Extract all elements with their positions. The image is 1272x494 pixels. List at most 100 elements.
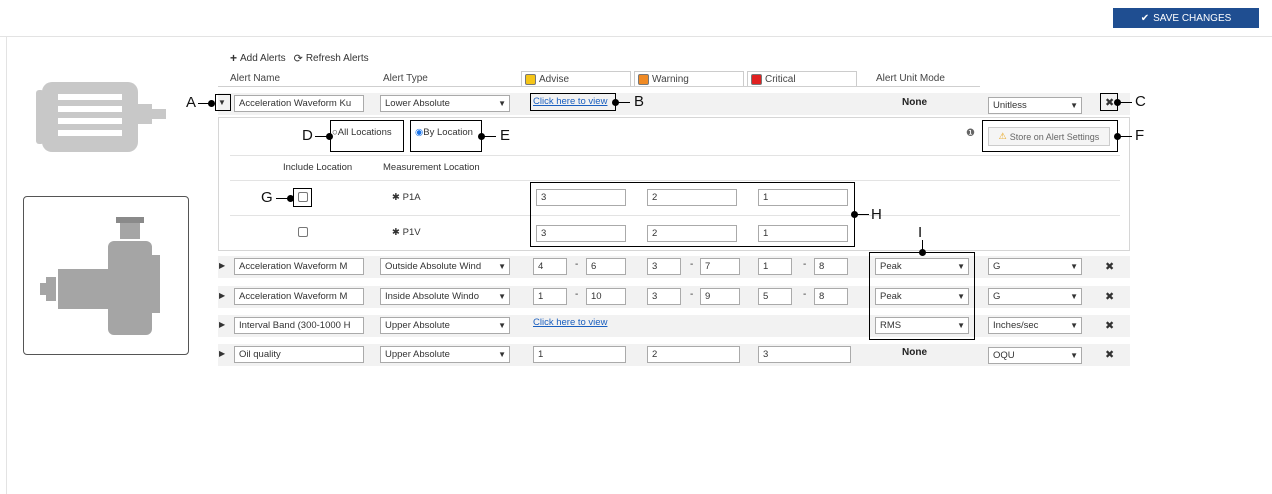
close-icon[interactable]: ✖ xyxy=(1105,260,1114,273)
chevron-down-icon: ▼ xyxy=(498,262,506,271)
advise-max-input[interactable]: 6 xyxy=(586,258,626,275)
advise-min-input[interactable]: 1 xyxy=(533,288,567,305)
callout-c: C xyxy=(1135,93,1146,110)
unit-value: G xyxy=(993,261,1001,272)
warning-min-input[interactable]: 3 xyxy=(647,258,681,275)
chevron-down-icon: ▼ xyxy=(1070,262,1078,271)
unit-value: OQU xyxy=(993,350,1015,361)
callout-i: I xyxy=(918,224,923,241)
refresh-icon: ⟳ xyxy=(293,52,303,65)
save-changes-label: SAVE CHANGES xyxy=(1153,12,1232,24)
unit-value: Unitless xyxy=(993,100,1027,111)
header-rule xyxy=(218,86,980,87)
alert-type-select[interactable]: Inside Absolute Windo ▼ xyxy=(380,288,510,305)
warning-swatch xyxy=(638,73,649,85)
callout-box xyxy=(869,252,975,340)
warning-max-input[interactable]: 7 xyxy=(700,258,740,275)
range-dash: - xyxy=(803,289,807,300)
divider xyxy=(230,155,1120,156)
critical-max-input[interactable]: 8 xyxy=(814,258,848,275)
close-icon[interactable]: ✖ xyxy=(1105,348,1114,361)
caret-right-icon[interactable]: ▶ xyxy=(219,320,225,329)
range-dash: - xyxy=(575,259,579,270)
range-dash: - xyxy=(690,259,694,270)
alert-type-value: Inside Absolute Windo xyxy=(385,291,480,302)
chevron-down-icon: ▼ xyxy=(1070,292,1078,301)
asset-thumbnail[interactable] xyxy=(23,196,189,355)
unit-mode-value: None xyxy=(902,347,927,358)
callout-g: G xyxy=(261,189,273,206)
view-link[interactable]: Click here to view xyxy=(533,317,607,328)
check-icon: ✔ xyxy=(1140,12,1150,24)
callout-box xyxy=(530,182,855,247)
col-unit-mode: Alert Unit Mode xyxy=(876,73,945,84)
caret-right-icon[interactable]: ▶ xyxy=(219,261,225,270)
chevron-down-icon: ▼ xyxy=(498,321,506,330)
alert-name-input[interactable]: Interval Band (300-1000 H xyxy=(234,317,364,334)
close-icon[interactable]: ✖ xyxy=(1105,290,1114,303)
caret-right-icon[interactable]: ▶ xyxy=(219,349,225,358)
alert-name-input[interactable]: Acceleration Waveform M xyxy=(234,288,364,305)
critical-swatch xyxy=(751,73,762,85)
alert-type-select[interactable]: Upper Absolute ▼ xyxy=(380,346,510,363)
unit-select[interactable]: Inches/sec ▼ xyxy=(988,317,1082,334)
advise-label: Advise xyxy=(539,73,570,85)
alert-type-select[interactable]: Outside Absolute Wind ▼ xyxy=(380,258,510,275)
critical-min-input[interactable]: 1 xyxy=(758,258,792,275)
alert-type-value: Upper Absolute xyxy=(385,349,450,360)
refresh-alerts-button[interactable]: ⟳ Refresh Alerts xyxy=(294,51,369,65)
critical-label: Critical xyxy=(765,73,796,85)
callout-box xyxy=(215,94,231,111)
unit-value: Inches/sec xyxy=(993,320,1039,331)
unit-select[interactable]: G ▼ xyxy=(988,258,1082,275)
range-dash: - xyxy=(575,289,579,300)
warning-min-input[interactable]: 3 xyxy=(647,288,681,305)
alert-name-input[interactable]: Oil quality xyxy=(234,346,364,363)
critical-max-input[interactable]: 8 xyxy=(814,288,848,305)
critical-input[interactable]: 3 xyxy=(758,346,851,363)
col-alert-type: Alert Type xyxy=(383,73,428,84)
callout-box xyxy=(530,93,616,111)
col-critical: Critical xyxy=(747,71,857,87)
callout-box xyxy=(330,120,404,152)
callout-line xyxy=(855,214,869,215)
include-checkbox[interactable] xyxy=(298,227,308,237)
unit-value: G xyxy=(993,291,1001,302)
advise-swatch xyxy=(525,73,536,85)
motor-icon xyxy=(36,82,166,152)
advise-max-input[interactable]: 10 xyxy=(586,288,626,305)
asterisk-icon: ✱ xyxy=(392,227,403,238)
info-icon[interactable]: ❶ xyxy=(966,128,975,139)
warning-input[interactable]: 2 xyxy=(647,346,740,363)
col-include-location: Include Location xyxy=(283,162,353,173)
divider xyxy=(230,180,1120,181)
callout-line xyxy=(616,102,630,103)
alert-type-value: Outside Absolute Wind xyxy=(385,261,482,272)
critical-min-input[interactable]: 5 xyxy=(758,288,792,305)
asterisk-icon: ✱ xyxy=(392,192,403,203)
alert-type-select[interactable]: Lower Absolute ▼ xyxy=(380,95,510,112)
chevron-down-icon: ▼ xyxy=(1070,101,1078,110)
alert-type-value: Lower Absolute xyxy=(385,98,450,109)
chevron-down-icon: ▼ xyxy=(498,350,506,359)
plus-icon: + xyxy=(230,51,238,65)
warning-max-input[interactable]: 9 xyxy=(700,288,740,305)
alert-name-input[interactable]: Acceleration Waveform M xyxy=(234,258,364,275)
advise-input[interactable]: 1 xyxy=(533,346,626,363)
unit-select[interactable]: G ▼ xyxy=(988,288,1082,305)
unit-select[interactable]: Unitless ▼ xyxy=(988,97,1082,114)
caret-right-icon[interactable]: ▶ xyxy=(219,291,225,300)
add-alerts-button[interactable]: + Add Alerts xyxy=(230,51,286,65)
chevron-down-icon: ▼ xyxy=(498,99,506,108)
unit-select[interactable]: OQU ▼ xyxy=(988,347,1082,364)
callout-box xyxy=(982,120,1118,152)
col-warning: Warning xyxy=(634,71,744,87)
col-alert-name: Alert Name xyxy=(230,73,281,84)
callout-line xyxy=(482,136,496,137)
advise-min-input[interactable]: 4 xyxy=(533,258,567,275)
chevron-down-icon: ▼ xyxy=(1070,351,1078,360)
alert-type-select[interactable]: Upper Absolute ▼ xyxy=(380,317,510,334)
close-icon[interactable]: ✖ xyxy=(1105,319,1114,332)
save-changes-button[interactable]: ✔ SAVE CHANGES xyxy=(1113,8,1259,28)
alert-name-input[interactable]: Acceleration Waveform Ku xyxy=(234,95,364,112)
